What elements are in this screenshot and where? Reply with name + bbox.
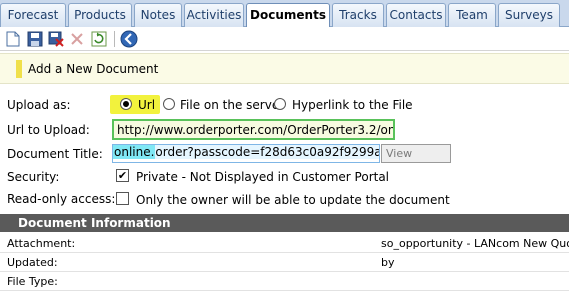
info-row-file-type: File Type:: [0, 272, 569, 291]
info-row-updated: Updated: by: [0, 253, 569, 272]
file-type-key: File Type:: [7, 275, 58, 288]
save-close-icon[interactable]: [47, 30, 65, 48]
toolbar-separator: [114, 31, 115, 47]
tab-team[interactable]: Team: [448, 3, 496, 27]
tab-contacts[interactable]: Contacts: [386, 3, 446, 27]
readonly-checkbox-label[interactable]: Only the owner will be able to update th…: [136, 193, 450, 207]
back-icon[interactable]: [120, 30, 138, 48]
radio-file-on-server[interactable]: [163, 98, 175, 110]
info-row-attachment: Attachment: so_opportunity - LANcom New …: [0, 234, 569, 253]
security-checkbox[interactable]: ✔: [116, 169, 129, 182]
updated-value: by: [381, 256, 395, 269]
save-icon[interactable]: [26, 30, 44, 48]
radio-url-label[interactable]: Url: [138, 98, 155, 112]
attachment-value: so_opportunity - LANcom New Quote: [381, 237, 569, 250]
updated-key: Updated:: [7, 256, 58, 269]
new-document-icon[interactable]: [4, 30, 22, 48]
security-checkbox-label[interactable]: Private - Not Displayed in Customer Port…: [136, 170, 389, 184]
document-title-input[interactable]: online.order?passcode=f28d63c0a92f9299a9…: [112, 144, 380, 163]
title-remaining-text: order?passcode=f28d63c0a92f9299a94d446bc…: [155, 145, 379, 159]
document-title-label: Document Title:: [7, 147, 103, 161]
tab-surveys[interactable]: Surveys: [498, 3, 560, 27]
tab-notes[interactable]: Notes: [134, 3, 182, 27]
document-information-header: Document Information: [0, 214, 569, 232]
tab-bar: Forecast Products Notes Activities Docum…: [0, 0, 569, 28]
view-button[interactable]: View: [381, 144, 451, 163]
title-selected-text: online.: [113, 145, 156, 159]
radio-hyperlink-label[interactable]: Hyperlink to the File: [292, 98, 413, 112]
tab-documents[interactable]: Documents: [246, 3, 330, 28]
refresh-icon[interactable]: [90, 30, 108, 48]
section-title: Add a New Document: [28, 62, 159, 76]
radio-file-on-server-label[interactable]: File on the server: [180, 98, 284, 112]
upload-as-label: Upload as:: [7, 98, 71, 112]
readonly-label: Read-only access:: [7, 192, 116, 206]
tab-products[interactable]: Products: [68, 3, 132, 27]
toolbar: [0, 27, 569, 51]
radio-hyperlink[interactable]: [274, 98, 286, 110]
attachment-key: Attachment:: [7, 237, 76, 250]
readonly-checkbox[interactable]: [116, 192, 129, 205]
delete-icon[interactable]: [68, 30, 86, 48]
url-label: Url to Upload:: [7, 123, 90, 137]
tab-activities[interactable]: Activities: [184, 3, 244, 27]
radio-url[interactable]: [120, 98, 132, 110]
section-header: Add a New Document: [0, 53, 569, 84]
header-accent-bar: [16, 60, 22, 78]
tab-forecast[interactable]: Forecast: [0, 3, 66, 27]
tab-tracks[interactable]: Tracks: [332, 3, 384, 27]
url-input[interactable]: http://www.orderporter.com/OrderPorter3.…: [112, 119, 395, 140]
security-label: Security:: [7, 170, 60, 184]
